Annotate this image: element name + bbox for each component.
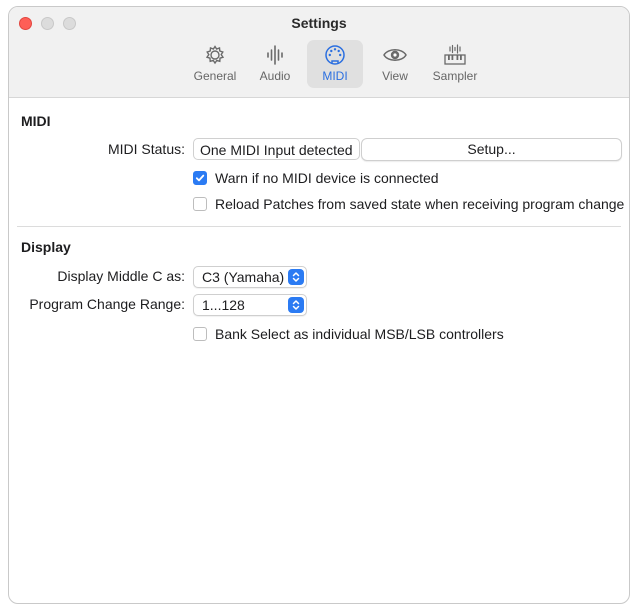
reload-checkbox-box[interactable] [193, 197, 207, 211]
program-range-popup[interactable]: 1...128 [193, 294, 307, 316]
checkmark-icon [195, 174, 205, 182]
tab-sampler-label: Sampler [432, 69, 478, 83]
tab-view-label: View [382, 69, 408, 83]
eye-icon [383, 49, 407, 61]
midi-settings-pane: MIDI MIDI Status: One MIDI Input detecte… [9, 98, 629, 603]
settings-toolbar: General Audio MIDI View Sampler [187, 40, 483, 88]
reload-checkbox-label: Reload Patches from saved state when rec… [215, 196, 625, 212]
keyboard-waveform-icon [444, 44, 466, 65]
middle-c-label: Display Middle C as: [57, 268, 185, 284]
midi-section-heading: MIDI [21, 113, 51, 129]
reload-patches-checkbox[interactable]: Reload Patches from saved state when rec… [193, 196, 624, 212]
warn-checkbox-label: Warn if no MIDI device is connected [215, 170, 439, 186]
tab-sampler[interactable]: Sampler [427, 40, 483, 88]
waveform-icon [267, 45, 283, 65]
tab-midi[interactable]: MIDI [307, 40, 363, 88]
middle-c-popup[interactable]: C3 (Yamaha) [193, 266, 307, 288]
bank-select-checkbox-box[interactable] [193, 327, 207, 341]
program-range-value: 1...128 [202, 297, 245, 313]
settings-window: Settings General Audio MIDI View Sampler… [8, 6, 630, 604]
midi-port-icon [325, 45, 345, 65]
tab-audio-label: Audio [259, 69, 291, 83]
warn-no-midi-checkbox[interactable]: Warn if no MIDI device is connected [193, 170, 439, 186]
midi-status-label: MIDI Status: [107, 141, 185, 157]
chevron-updown-icon [288, 297, 304, 313]
tab-general-label: General [193, 69, 237, 83]
gear-icon [205, 45, 225, 65]
bank-select-label: Bank Select as individual MSB/LSB contro… [215, 326, 504, 342]
bank-select-checkbox[interactable]: Bank Select as individual MSB/LSB contro… [193, 326, 504, 342]
midi-status-value: One MIDI Input detected [193, 138, 360, 160]
program-range-label: Program Change Range: [29, 296, 185, 312]
chevron-updown-icon [288, 269, 304, 285]
tab-view[interactable]: View [367, 40, 423, 88]
tab-midi-label: MIDI [322, 69, 348, 83]
warn-checkbox-box[interactable] [193, 171, 207, 185]
section-divider [17, 226, 621, 227]
setup-button[interactable]: Setup... [361, 138, 622, 161]
window-title: Settings [291, 15, 347, 31]
middle-c-value: C3 (Yamaha) [202, 269, 285, 285]
tab-audio[interactable]: Audio [247, 40, 303, 88]
display-section-heading: Display [21, 239, 71, 255]
titlebar: Settings General Audio MIDI View Sampler [9, 7, 629, 98]
tab-general[interactable]: General [187, 40, 243, 88]
